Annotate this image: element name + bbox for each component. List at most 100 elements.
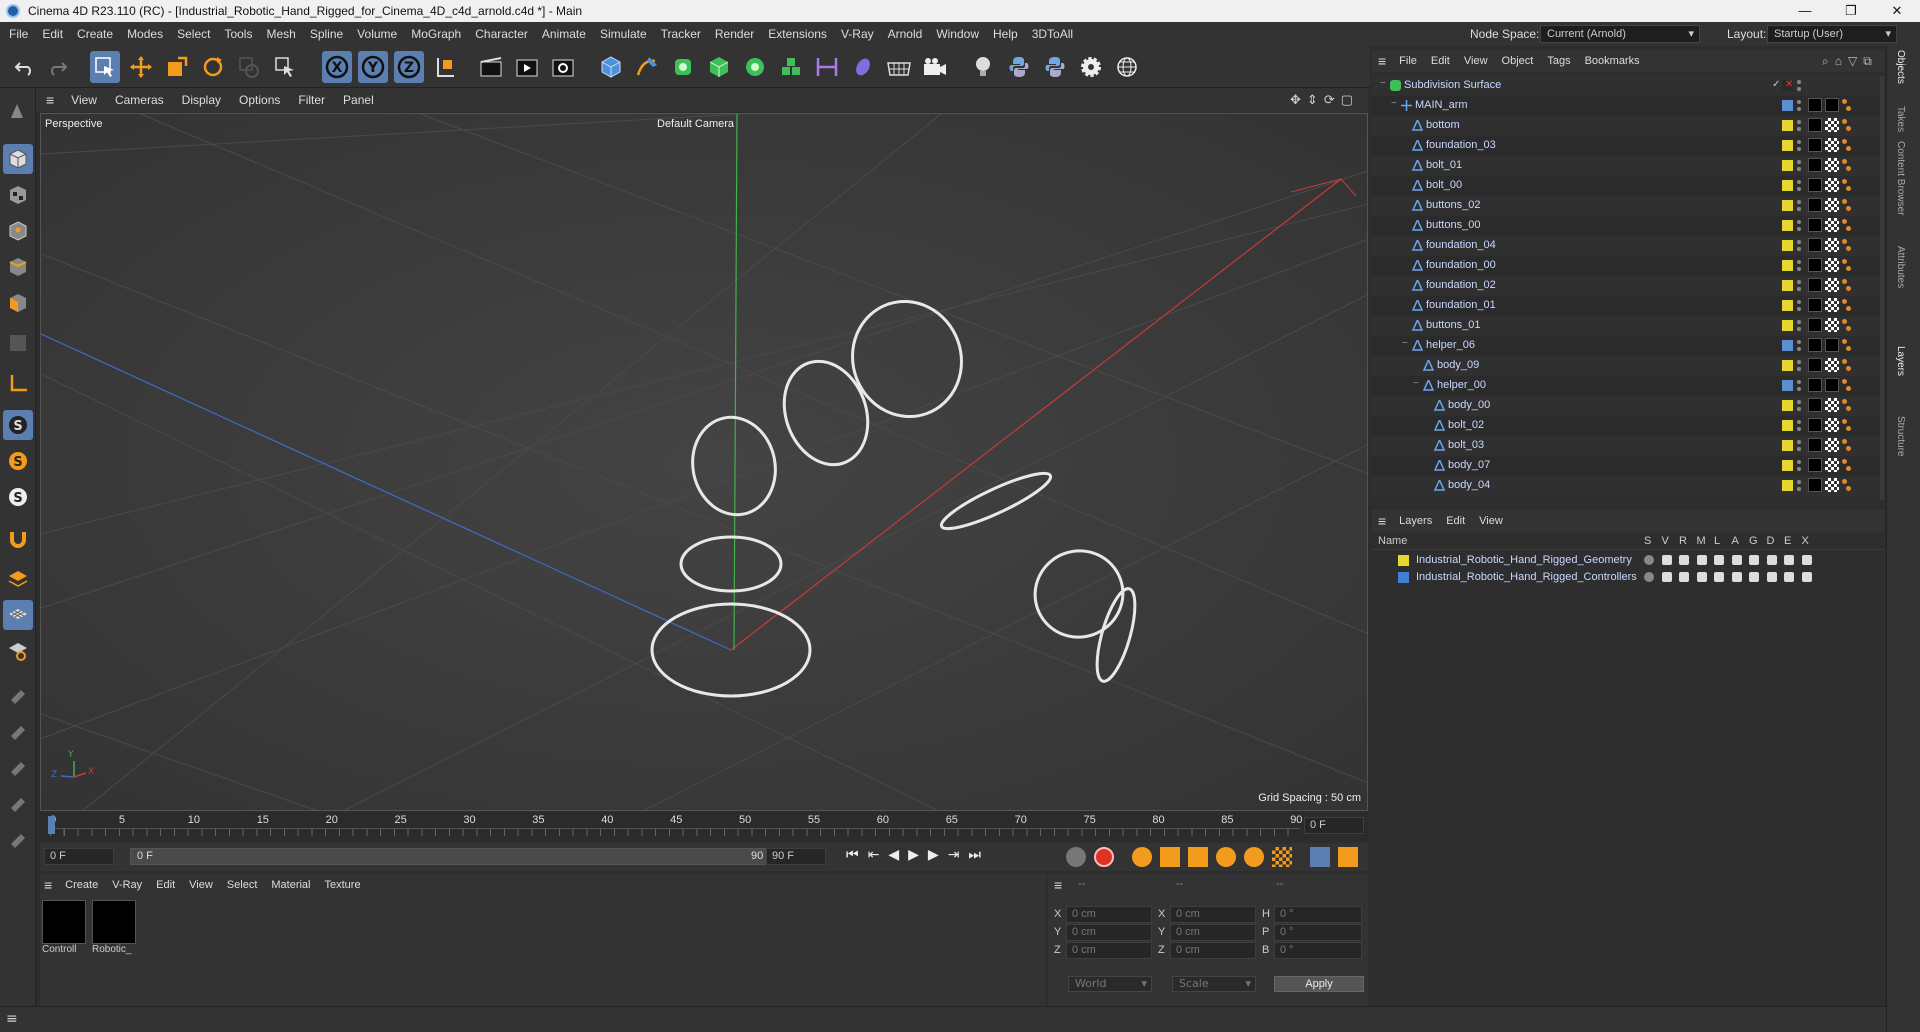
menu-modes[interactable]: Modes bbox=[120, 27, 170, 41]
object-row[interactable]: foundation_02 bbox=[1372, 276, 1880, 296]
object-row[interactable]: buttons_01 bbox=[1372, 316, 1880, 336]
ik-tag-icon[interactable] bbox=[1846, 406, 1851, 411]
menu-character[interactable]: Character bbox=[468, 27, 535, 41]
extrude-button[interactable] bbox=[704, 51, 734, 83]
layer-toggle-icon[interactable] bbox=[1731, 572, 1742, 582]
material-swatch[interactable]: Robotic_ bbox=[92, 900, 138, 955]
layer-color-swatch[interactable] bbox=[1782, 480, 1793, 491]
brush-tool-button[interactable] bbox=[3, 678, 33, 708]
scale-mode-dropdown[interactable]: Scale ▾ bbox=[1172, 976, 1256, 992]
play-icon[interactable]: ▶ bbox=[908, 847, 919, 863]
render-visibility-dot[interactable] bbox=[1797, 287, 1801, 291]
field-button[interactable] bbox=[848, 51, 878, 83]
layer-row[interactable]: Industrial_Robotic_Hand_Rigged_Geometry bbox=[1372, 552, 1884, 569]
material-tag-icon[interactable] bbox=[1808, 258, 1822, 272]
editor-visibility-dot[interactable] bbox=[1797, 140, 1801, 144]
menu-v-ray[interactable]: V-Ray bbox=[834, 27, 881, 41]
material-tag-icon[interactable] bbox=[1808, 218, 1822, 232]
render-visibility-dot[interactable] bbox=[1797, 307, 1801, 311]
tool-options-button[interactable] bbox=[270, 51, 300, 83]
viewport-menu-cameras[interactable]: Cameras bbox=[106, 93, 173, 107]
layer-toggle-icon[interactable] bbox=[1749, 555, 1759, 565]
coordinate-system-dropdown[interactable]: World ▾ bbox=[1068, 976, 1152, 992]
ik-tag-icon[interactable] bbox=[1846, 306, 1851, 311]
layer-menu-layers[interactable]: Layers bbox=[1392, 515, 1439, 527]
coord-position-field[interactable]: 0 cm bbox=[1066, 924, 1152, 941]
close-button[interactable]: ✕ bbox=[1874, 0, 1920, 22]
layer-toggle-icon[interactable] bbox=[1644, 572, 1654, 582]
menu-simulate[interactable]: Simulate bbox=[593, 27, 654, 41]
hamburger-menu-icon[interactable]: ≡ bbox=[6, 1011, 18, 1027]
object-menu-file[interactable]: File bbox=[1392, 55, 1424, 67]
texture-tag-icon[interactable] bbox=[1825, 418, 1839, 432]
viewport-menu-filter[interactable]: Filter bbox=[289, 93, 334, 107]
menu-animate[interactable]: Animate bbox=[535, 27, 593, 41]
coord-size-field[interactable]: 0 cm bbox=[1170, 906, 1256, 923]
ik-tag-icon[interactable] bbox=[1842, 199, 1847, 204]
uv-mode-button[interactable] bbox=[3, 328, 33, 358]
object-row[interactable]: − Subdivision Surface ✓ ✕ bbox=[1372, 76, 1880, 96]
menu-mesh[interactable]: Mesh bbox=[259, 27, 302, 41]
menu-tracker[interactable]: Tracker bbox=[654, 27, 708, 41]
ik-tag-icon[interactable] bbox=[1846, 366, 1851, 371]
object-scrollbar[interactable] bbox=[1880, 76, 1884, 500]
object-row[interactable]: bolt_03 bbox=[1372, 436, 1880, 456]
layer-toggle-icon[interactable] bbox=[1784, 555, 1794, 565]
material-tag-icon[interactable] bbox=[1808, 198, 1822, 212]
hamburger-menu-icon[interactable]: ≡ bbox=[1372, 513, 1392, 529]
render-visibility-dot[interactable] bbox=[1797, 187, 1801, 191]
snap-toggle-button[interactable]: S bbox=[3, 482, 33, 512]
filter-icon[interactable]: ▽ bbox=[1848, 54, 1857, 69]
layer-column-d[interactable]: D bbox=[1767, 535, 1775, 547]
timeline-icon[interactable] bbox=[1338, 847, 1358, 867]
object-row[interactable]: body_00 bbox=[1372, 396, 1880, 416]
render-settings-button[interactable] bbox=[548, 51, 578, 83]
smooth-tool-button[interactable] bbox=[3, 786, 33, 816]
layer-column-a[interactable]: A bbox=[1732, 535, 1739, 547]
magnet-button[interactable] bbox=[3, 524, 33, 554]
ik-tag-icon[interactable] bbox=[1846, 326, 1851, 331]
layer-toggle-icon[interactable] bbox=[1696, 555, 1707, 565]
edges-mode-button[interactable] bbox=[3, 252, 33, 282]
menu-tools[interactable]: Tools bbox=[217, 27, 259, 41]
hamburger-menu-icon[interactable]: ≡ bbox=[36, 92, 62, 108]
material-tag-icon[interactable] bbox=[1808, 318, 1822, 332]
material-tag-icon[interactable] bbox=[1808, 298, 1822, 312]
editor-visibility-dot[interactable] bbox=[1797, 480, 1801, 484]
scale-tool-button[interactable] bbox=[162, 51, 192, 83]
render-visibility-dot[interactable] bbox=[1797, 407, 1801, 411]
key-rotation-icon[interactable] bbox=[1216, 847, 1236, 867]
texture-tag-icon[interactable] bbox=[1825, 198, 1839, 212]
hamburger-menu-icon[interactable]: ≡ bbox=[1048, 877, 1068, 893]
layer-toggle-icon[interactable] bbox=[1714, 555, 1724, 565]
sculpt-tool-button[interactable] bbox=[3, 750, 33, 780]
model-mode-button[interactable] bbox=[3, 144, 33, 174]
go-to-end-icon[interactable]: ⏭ bbox=[968, 847, 981, 863]
editor-visibility-dot[interactable] bbox=[1797, 320, 1801, 324]
texture-tag-icon[interactable] bbox=[1825, 178, 1839, 192]
minimize-button[interactable]: — bbox=[1782, 0, 1828, 22]
material-menu-create[interactable]: Create bbox=[58, 879, 105, 891]
render-visibility-dot[interactable] bbox=[1797, 327, 1801, 331]
layer-toggle-icon[interactable] bbox=[1679, 572, 1689, 582]
object-row[interactable]: body_09 bbox=[1372, 356, 1880, 376]
menu-mograph[interactable]: MoGraph bbox=[404, 27, 468, 41]
new-window-icon[interactable]: ⧉ bbox=[1863, 54, 1872, 69]
grid-button[interactable] bbox=[3, 600, 33, 630]
material-tag-icon[interactable] bbox=[1808, 438, 1822, 452]
redo-button[interactable] bbox=[42, 51, 72, 83]
ik-tag-icon[interactable] bbox=[1846, 426, 1851, 431]
side-tab-content-browser[interactable]: Content Browser bbox=[1895, 141, 1906, 215]
fold-toggle-icon[interactable]: − bbox=[1391, 98, 1397, 109]
render-view-button[interactable] bbox=[476, 51, 506, 83]
ik-tag-icon[interactable] bbox=[1842, 419, 1847, 424]
material-tag-icon[interactable] bbox=[1808, 478, 1822, 492]
end-frame-field[interactable]: 90 F bbox=[766, 848, 826, 865]
object-menu-tags[interactable]: Tags bbox=[1540, 55, 1577, 67]
layer-color-swatch[interactable] bbox=[1782, 460, 1793, 471]
layer-color-swatch[interactable] bbox=[1782, 160, 1793, 171]
editor-visibility-dot[interactable] bbox=[1797, 400, 1801, 404]
menu-render[interactable]: Render bbox=[708, 27, 761, 41]
texture-tag-icon[interactable] bbox=[1825, 158, 1839, 172]
material-tag-icon[interactable] bbox=[1808, 278, 1822, 292]
